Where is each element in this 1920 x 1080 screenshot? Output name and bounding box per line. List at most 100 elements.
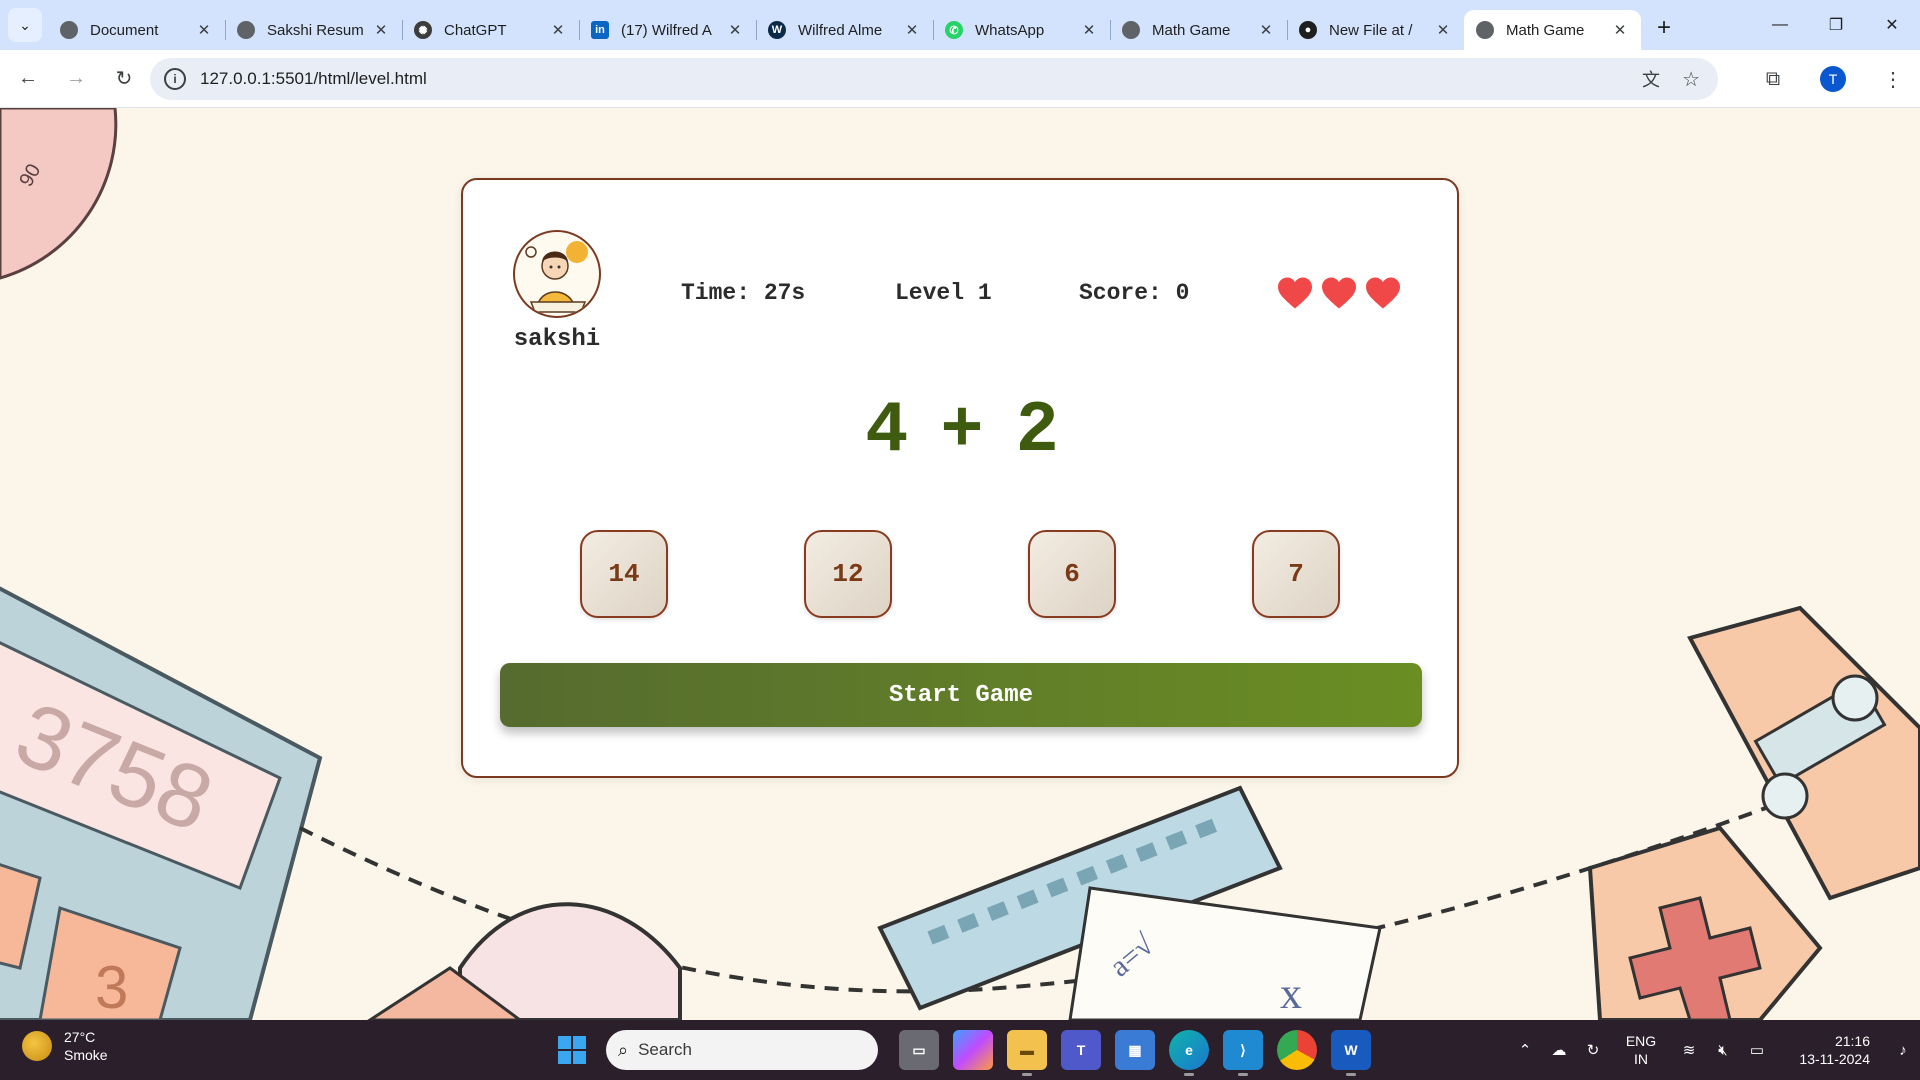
language-indicator[interactable]: ENG IN [1616, 1032, 1666, 1068]
answer-option-button[interactable]: 7 [1252, 530, 1340, 618]
clock-date: 13-11-2024 [1799, 1051, 1870, 1067]
globe-icon [237, 21, 255, 39]
close-icon[interactable]: ✕ [1257, 21, 1275, 39]
answer-option-button[interactable]: 12 [804, 530, 892, 618]
globe-icon [1122, 21, 1140, 39]
browser-toolbar: ← → ↻ i 127.0.0.1:5501/html/level.html 文… [0, 50, 1920, 108]
weather-description: Smoke [64, 1047, 108, 1063]
task-view-icon[interactable]: ▭ [899, 1030, 939, 1070]
tab-github[interactable]: ● New File at / ✕ [1287, 10, 1464, 50]
edge-icon[interactable]: e [1169, 1030, 1209, 1076]
new-tab-button[interactable]: + [1647, 11, 1681, 45]
close-icon[interactable]: ✕ [1611, 21, 1629, 39]
answer-option-button[interactable]: 6 [1028, 530, 1116, 618]
menu-button[interactable]: ⋮ [1872, 58, 1914, 100]
translate-icon[interactable]: 文 [1642, 66, 1660, 92]
tab-strip: ⌄ Document ✕ Sakshi Resum ✕ ✺ ChatGPT ✕ … [0, 0, 1920, 50]
vscode-icon[interactable]: ⟩ [1223, 1030, 1263, 1076]
protractor-illustration: 90 [0, 108, 118, 280]
restore-button[interactable]: ❐ [1808, 0, 1864, 50]
tab-whatsapp[interactable]: ✆ WhatsApp ✕ [933, 10, 1110, 50]
linkedin-icon: in [591, 21, 609, 39]
tab-sakshi-resume[interactable]: Sakshi Resum ✕ [225, 10, 402, 50]
reload-button[interactable]: ↻ [104, 59, 144, 99]
clock[interactable]: 21:16 13-11-2024 [1784, 1032, 1870, 1068]
tab-wilfred[interactable]: W Wilfred Alme ✕ [756, 10, 933, 50]
window-controls: — ❐ ✕ [1752, 0, 1920, 50]
volume-muted-icon[interactable]: 🔇︎ [1706, 1042, 1740, 1059]
word-icon[interactable]: W [1331, 1030, 1371, 1076]
level-display: Level 1 [895, 280, 992, 306]
w-icon: W [768, 21, 786, 39]
lives-display [1276, 276, 1402, 310]
puzzle-icon: ⧉ [1765, 67, 1781, 90]
close-icon[interactable]: ✕ [372, 21, 390, 39]
minimize-button[interactable]: — [1752, 0, 1808, 50]
store-icon[interactable]: ▦ [1115, 1030, 1155, 1070]
copilot-icon[interactable] [953, 1030, 993, 1070]
chatgpt-icon: ✺ [414, 21, 432, 39]
player-avatar [513, 230, 601, 318]
tab-linkedin[interactable]: in (17) Wilfred A ✕ [579, 10, 756, 50]
start-game-button[interactable]: Start Game [500, 663, 1422, 727]
clock-time: 21:16 [1834, 1033, 1870, 1049]
notification-bell-icon[interactable]: ♪ [1886, 1042, 1920, 1059]
timer-display: Time: 27s [681, 280, 806, 306]
tab-chatgpt[interactable]: ✺ ChatGPT ✕ [402, 10, 579, 50]
wifi-icon[interactable]: ≋ [1672, 1041, 1706, 1059]
taskbar-search[interactable]: ⌕ Search [606, 1030, 878, 1070]
teams-icon[interactable]: T [1061, 1030, 1101, 1070]
bookmark-star-icon[interactable]: ☆ [1682, 67, 1700, 92]
url-text[interactable]: 127.0.0.1:5501/html/level.html [200, 69, 427, 89]
tab-label: WhatsApp [975, 21, 1045, 39]
sync-icon[interactable]: ↻ [1576, 1041, 1610, 1059]
tab-label: ChatGPT [444, 21, 507, 39]
windows-taskbar: 27°C Smoke ⌕ Search ▭ ▬ T ▦ e ⟩ W ⌃ ☁ ↻ … [0, 1020, 1920, 1080]
answer-option-button[interactable]: 14 [580, 530, 668, 618]
svg-text:x: x [1280, 969, 1302, 1018]
extensions-button[interactable]: ⧉ [1752, 58, 1794, 100]
close-icon[interactable]: ✕ [195, 21, 213, 39]
close-window-button[interactable]: ✕ [1864, 0, 1920, 50]
search-placeholder: Search [638, 1040, 692, 1059]
tab-search-button[interactable]: ⌄ [8, 8, 42, 42]
chevron-up-icon[interactable]: ⌃ [1508, 1041, 1542, 1059]
weather-widget[interactable]: 27°C Smoke [22, 1028, 108, 1064]
heart-icon [1278, 277, 1312, 309]
profile-avatar[interactable]: T [1820, 66, 1846, 92]
file-explorer-icon[interactable]: ▬ [1007, 1030, 1047, 1076]
tab-label: Sakshi Resum [267, 21, 364, 39]
language-code: ENG [1625, 1033, 1657, 1049]
toolbar-actions: ⧉ T ⋮ [1746, 58, 1920, 100]
system-tray: ⌃ ☁ ↻ ENG IN ≋ 🔇︎ ▭ 21:16 13-11-2024 ♪ [1508, 1020, 1920, 1080]
tab-math-game[interactable]: Math Game ✕ [1110, 10, 1287, 50]
player-name: sakshi [513, 326, 601, 353]
forward-button[interactable]: → [56, 59, 96, 99]
search-icon: ⌕ [618, 1039, 629, 1060]
game-card: sakshi Time: 27s Level 1 Score: 0 4 +2 14… [461, 178, 1459, 778]
close-icon[interactable]: ✕ [726, 21, 744, 39]
start-button[interactable] [554, 1032, 590, 1068]
globe-icon [60, 21, 78, 39]
address-bar[interactable]: i 127.0.0.1:5501/html/level.html 文 ☆ [150, 58, 1718, 100]
tab-label: Wilfred Alme [798, 21, 883, 39]
close-icon[interactable]: ✕ [549, 21, 567, 39]
github-icon: ● [1299, 21, 1317, 39]
chrome-icon[interactable] [1277, 1030, 1317, 1070]
close-icon[interactable]: ✕ [1434, 21, 1452, 39]
weather-temperature: 27°C [64, 1029, 96, 1045]
restore-icon: ❐ [1828, 17, 1844, 34]
tab-document[interactable]: Document ✕ [48, 10, 225, 50]
tab-label: Document [90, 21, 159, 39]
back-button[interactable]: ← [8, 59, 48, 99]
onedrive-icon[interactable]: ☁ [1542, 1041, 1576, 1059]
close-icon: ✕ [1885, 17, 1899, 34]
site-info-icon[interactable]: i [164, 68, 186, 90]
close-icon[interactable]: ✕ [903, 21, 921, 39]
close-icon[interactable]: ✕ [1080, 21, 1098, 39]
battery-icon[interactable]: ▭ [1740, 1041, 1774, 1059]
tab-math-game-active[interactable]: Math Game ✕ [1464, 10, 1641, 50]
tab-label: New File at / [1329, 21, 1413, 39]
blocks-illustration [1587, 605, 1920, 1020]
taskbar-apps: ⌕ Search ▭ ▬ T ▦ e ⟩ W [554, 1030, 1378, 1076]
